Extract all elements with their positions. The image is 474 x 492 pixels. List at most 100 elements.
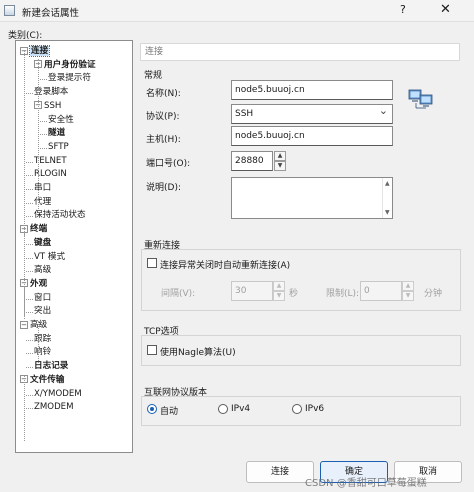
spin-down-icon[interactable]: ▼ — [402, 291, 414, 301]
scroll-down-icon[interactable]: ▼ — [385, 209, 390, 216]
tree-item-label: 保持活动状态 — [34, 210, 86, 221]
tree-item-label: 登录脚本 — [34, 87, 69, 98]
tree-item[interactable]: X/YMODEM — [34, 388, 82, 401]
tree-item-label: 响铃 — [34, 347, 52, 358]
limit-unit: 分钟 — [424, 289, 443, 299]
tree-item-label: 串口 — [34, 183, 52, 193]
tree-item[interactable]: VT 模式 — [34, 251, 65, 264]
tree-item[interactable]: 窗口 — [34, 292, 51, 305]
limit-label: 限制(L): — [326, 289, 360, 299]
tree-connector — [40, 120, 47, 122]
tree-item[interactable]: 保持活动状态 — [34, 209, 86, 222]
interval-label: 间隔(V): — [161, 289, 196, 299]
help-icon[interactable]: ? — [400, 3, 406, 16]
tree-item-label: 窗口 — [34, 292, 52, 303]
tree-connector — [26, 93, 33, 95]
tree-item-label: 高级 — [34, 265, 52, 276]
nagle-label: 使用Nagle算法(U) — [160, 348, 236, 358]
limit-input[interactable]: 0 — [360, 281, 402, 301]
ipver-label-auto: 自动 — [160, 407, 179, 417]
tree-item[interactable]: ZMODEM — [34, 401, 74, 414]
spin-up-icon[interactable]: ▲ — [402, 281, 414, 291]
tree-item-label: 隧道 — [48, 128, 66, 139]
tree-item[interactable]: 响铃 — [34, 346, 51, 359]
tree-item-label: 用户身份验证 — [44, 59, 96, 70]
tree-guide-line — [24, 376, 25, 441]
tree-connector — [40, 147, 47, 149]
tree-connector — [26, 394, 33, 396]
tree-connector — [40, 134, 47, 136]
tree-item[interactable]: 串口 — [34, 182, 51, 195]
tree-connector — [26, 257, 33, 259]
tree-item[interactable]: − 高级 — [20, 319, 47, 332]
tree-connector — [26, 216, 33, 218]
port-label: 端口号(O): — [146, 159, 191, 169]
tree-connector — [26, 243, 33, 245]
tree-item-label: 跟踪 — [34, 333, 52, 344]
close-icon[interactable]: ✕ — [440, 2, 451, 17]
port-input[interactable]: 28880 — [231, 151, 273, 171]
tree-item-label: X/YMODEM — [34, 388, 82, 399]
tree-item-label: 终端 — [30, 224, 48, 235]
tree-connector — [26, 189, 33, 190]
tree-item-label: 安全性 — [48, 114, 74, 125]
host-input[interactable]: node5.buuoj.cn — [231, 126, 393, 146]
tree-connector — [26, 271, 33, 273]
tree-item[interactable]: 跟踪 — [34, 333, 51, 346]
tree-item[interactable]: 安全性 — [48, 114, 74, 127]
general-group-title: 常规 — [144, 71, 163, 81]
port-stepper[interactable]: ▲ ▼ — [274, 151, 286, 171]
tree-guide-line — [24, 51, 25, 236]
title-bar: 新建会话属性 ? ✕ — [0, 0, 474, 22]
collapse-toggle-icon[interactable]: − — [20, 320, 28, 329]
tree-item[interactable]: 高级 — [34, 264, 51, 277]
spin-up-icon[interactable]: ▲ — [273, 281, 285, 291]
connect-button[interactable]: 连接 — [246, 461, 314, 483]
window-title: 新建会话属性 — [22, 8, 80, 19]
tree-connector — [26, 175, 33, 177]
interval-unit: 秒 — [289, 289, 299, 299]
interval-input[interactable]: 30 — [231, 281, 273, 301]
tree-guide-line — [38, 59, 39, 209]
tree-item-label: VT 模式 — [34, 251, 66, 262]
tree-item[interactable]: 代理 — [34, 196, 51, 209]
nagle-checkbox[interactable] — [147, 345, 157, 355]
description-scrollbar[interactable]: ▲ ▼ — [382, 178, 392, 218]
interval-stepper[interactable]: ▲ ▼ — [273, 281, 285, 301]
auto-reconnect-label: 连接异常关闭时自动重新连接(A) — [160, 261, 291, 271]
protocol-select[interactable]: SSH — [231, 102, 393, 124]
description-textarea[interactable]: ▲ ▼ — [231, 177, 393, 219]
spin-down-icon[interactable]: ▼ — [274, 161, 286, 171]
tree-connector — [26, 312, 33, 314]
spin-up-icon[interactable]: ▲ — [274, 151, 286, 161]
tree-item[interactable]: 登录脚本 — [34, 86, 68, 99]
tree-item[interactable]: 登录提示符 — [48, 72, 91, 85]
name-label: 名称(N): — [146, 89, 181, 99]
scroll-up-icon[interactable]: ▲ — [385, 180, 390, 187]
tree-item-label: 日志记录 — [34, 361, 69, 372]
ipver-radio-ipv6[interactable] — [292, 404, 302, 414]
tree-item[interactable]: 隧道 — [48, 127, 65, 140]
ipver-radio-auto[interactable] — [147, 404, 157, 414]
tree-item[interactable]: 突出 — [34, 305, 51, 318]
name-input[interactable]: node5.buuoj.cn — [231, 80, 393, 100]
ipver-label-ipv4: IPv4 — [231, 404, 251, 414]
tree-item[interactable]: − 用户身份验证 — [34, 59, 96, 72]
tree-connector — [26, 298, 33, 300]
tree-item[interactable]: 日志记录 — [34, 360, 68, 373]
tree-guide-line — [38, 321, 39, 363]
tree-item[interactable]: − 文件传输 — [20, 374, 64, 387]
tree-item-label: 文件传输 — [30, 374, 65, 385]
category-tree[interactable]: − 连接 − 用户身份验证 登录提示符 登录脚本 − SSH 安全性 隧道 SFTP TELNET RL… — [15, 40, 133, 453]
auto-reconnect-checkbox[interactable] — [147, 258, 157, 268]
tree-connector — [26, 161, 33, 163]
tree-connector — [26, 202, 33, 204]
limit-stepper[interactable]: ▲ ▼ — [402, 281, 414, 301]
spin-down-icon[interactable]: ▼ — [273, 291, 285, 301]
tree-item-label: 代理 — [34, 196, 52, 207]
tree-item[interactable]: SFTP — [48, 141, 69, 154]
tree-item[interactable]: 键盘 — [34, 237, 51, 250]
app-icon — [4, 5, 15, 16]
section-header: 连接 — [140, 43, 460, 61]
ipver-radio-ipv4[interactable] — [218, 404, 228, 414]
